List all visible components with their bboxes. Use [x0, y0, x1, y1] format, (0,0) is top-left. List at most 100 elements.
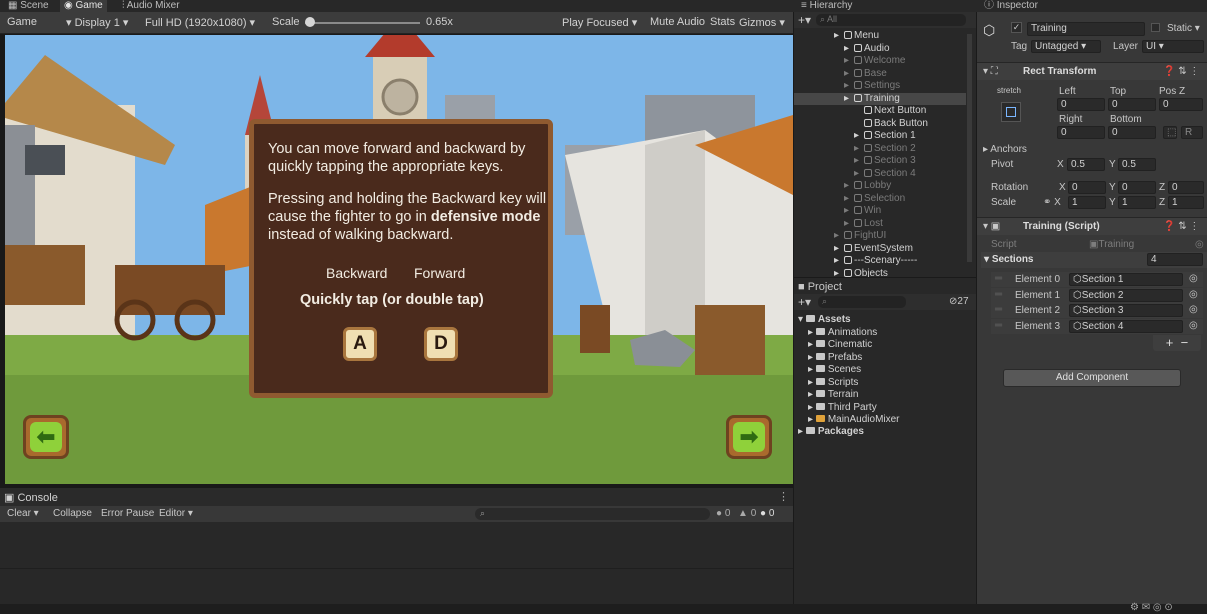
expand-arrow-icon[interactable]: ▸: [844, 55, 854, 68]
console-menu-icon[interactable]: ⋮: [778, 490, 789, 503]
drag-handle-icon[interactable]: ═: [995, 289, 1002, 300]
element-object-field[interactable]: ⬡Section 1: [1069, 273, 1183, 286]
pivot-x-field[interactable]: 0.5: [1067, 158, 1105, 171]
error-count[interactable]: ● 0: [716, 508, 730, 519]
hierarchy-item[interactable]: ▸ Base: [794, 68, 966, 81]
hierarchy-item[interactable]: ▸ Audio: [794, 43, 966, 56]
tab-hierarchy[interactable]: ≡ Hierarchy: [797, 0, 856, 12]
log-count[interactable]: ● 0: [760, 508, 774, 519]
expand-arrow-icon[interactable]: ▸: [854, 155, 864, 168]
scale-y-field[interactable]: 1: [1118, 196, 1156, 209]
hierarchy-search-input[interactable]: ⌕ All: [816, 14, 966, 26]
resolution-dropdown[interactable]: Full HD (1920x1080) ▾: [145, 16, 255, 29]
expand-arrow-icon[interactable]: ▸: [844, 180, 854, 193]
active-checkbox[interactable]: ✓: [1011, 22, 1022, 33]
hierarchy-item[interactable]: ▸ ---Scenary-----: [794, 255, 966, 268]
expand-arrow-icon[interactable]: ▸: [808, 339, 816, 350]
expand-arrow-icon[interactable]: ▸: [808, 414, 816, 425]
static-label[interactable]: Static ▾: [1167, 23, 1200, 34]
rotation-y-field[interactable]: 0: [1118, 181, 1156, 194]
expand-arrow-icon[interactable]: ▸: [834, 255, 844, 268]
project-folder-item[interactable]: ▸ Animations: [808, 327, 877, 340]
console-tab[interactable]: ▣ Console: [4, 491, 58, 504]
expand-arrow-icon[interactable]: ▸: [808, 402, 816, 413]
object-picker-icon[interactable]: ◎: [1189, 320, 1198, 331]
project-folder-item[interactable]: ▸ Third Party: [808, 402, 877, 415]
scale-link-icon[interactable]: ⚭ X: [1043, 197, 1061, 208]
assets-folder[interactable]: ▾ Assets: [798, 314, 851, 327]
status-icons[interactable]: ⚙ ✉ ◎ ⊙: [1130, 602, 1173, 613]
object-picker-icon[interactable]: ◎: [1189, 273, 1198, 284]
sections-foldout[interactable]: ▾ Sections 4: [981, 252, 1207, 268]
pivot-y-field[interactable]: 0.5: [1118, 158, 1156, 171]
drag-handle-icon[interactable]: ═: [995, 304, 1002, 315]
hierarchy-item[interactable]: ▸ Section 4: [794, 168, 966, 181]
hierarchy-item[interactable]: Next Button: [794, 105, 966, 118]
clear-button[interactable]: Clear ▾: [7, 508, 39, 519]
hierarchy-item[interactable]: ▸ Welcome: [794, 55, 966, 68]
hierarchy-item[interactable]: ▸ Win: [794, 205, 966, 218]
hierarchy-item[interactable]: ▸ Training: [794, 92, 966, 106]
expand-arrow-icon[interactable]: ▸: [844, 68, 854, 81]
hierarchy-item[interactable]: ▸ EventSystem: [794, 243, 966, 256]
hierarchy-item[interactable]: ▸ Section 2: [794, 143, 966, 156]
hierarchy-item[interactable]: ▸ Lost: [794, 218, 966, 231]
top-field[interactable]: 0: [1108, 98, 1156, 111]
expand-arrow-icon[interactable]: ▸: [808, 377, 816, 388]
drag-handle-icon[interactable]: ═: [995, 320, 1002, 331]
script-component-header[interactable]: ▾ ▣ Training (Script) ❓ ⇅ ⋮: [977, 217, 1207, 235]
game-view-dropdown[interactable]: Game: [7, 16, 37, 28]
tab-scene[interactable]: ▦ Scene: [4, 0, 53, 12]
expand-arrow-icon[interactable]: ▸: [834, 30, 844, 43]
anchor-preset-button[interactable]: [1001, 102, 1021, 122]
expand-arrow-icon[interactable]: ▸: [854, 130, 864, 143]
project-search-input[interactable]: ⌕: [818, 296, 906, 308]
hierarchy-item[interactable]: ▸ Selection: [794, 193, 966, 206]
warning-count[interactable]: ▲ 0: [738, 508, 756, 519]
expand-arrow-icon[interactable]: ▸: [808, 364, 816, 375]
tag-dropdown[interactable]: Untagged ▾: [1031, 40, 1101, 53]
hierarchy-item[interactable]: Back Button: [794, 118, 966, 131]
drag-handle-icon[interactable]: ═: [995, 273, 1002, 284]
project-tab[interactable]: ■ Project: [798, 281, 842, 293]
hierarchy-item[interactable]: ▸ Menu: [794, 30, 966, 43]
expand-arrow-icon[interactable]: ▸: [808, 352, 816, 363]
scale-slider-knob[interactable]: [305, 17, 316, 27]
element-object-field[interactable]: ⬡Section 2: [1069, 288, 1183, 302]
error-pause-button[interactable]: Error Pause: [101, 508, 154, 519]
mute-audio-button[interactable]: Mute Audio: [650, 16, 705, 28]
expand-arrow-icon[interactable]: ▸: [834, 243, 844, 256]
tab-inspector[interactable]: ⓘ Inspector: [980, 0, 1042, 12]
static-checkbox[interactable]: [1151, 23, 1160, 32]
create-asset-button[interactable]: +▾: [798, 295, 811, 309]
expand-arrow-icon[interactable]: ▸: [844, 218, 854, 231]
project-folder-item[interactable]: ▸ Scripts: [808, 377, 858, 390]
expand-arrow-icon[interactable]: ▸: [844, 193, 854, 206]
project-folder-item[interactable]: ▸ Prefabs: [808, 352, 862, 365]
element-object-field[interactable]: ⬡Section 3: [1069, 304, 1183, 318]
game-view[interactable]: You can move forward and backward by qui…: [5, 35, 793, 484]
project-folder-item[interactable]: ▸ Scenes: [808, 364, 861, 377]
sections-size-field[interactable]: 4: [1147, 253, 1203, 266]
add-component-button[interactable]: Add Component: [1003, 369, 1181, 387]
display-dropdown[interactable]: ▾ Display 1 ▾: [66, 16, 128, 29]
hierarchy-item[interactable]: ▸ Section 1: [794, 130, 966, 143]
expand-arrow-icon[interactable]: ▸: [854, 143, 864, 156]
expand-arrow-icon[interactable]: ▸: [844, 205, 854, 218]
rotation-x-field[interactable]: 0: [1068, 181, 1106, 194]
project-folder-item[interactable]: ▸ Terrain: [808, 389, 858, 402]
expand-arrow-icon[interactable]: ▸: [808, 327, 816, 338]
next-arrow-button[interactable]: ➡: [726, 415, 772, 459]
hierarchy-item[interactable]: ▸ Lobby: [794, 180, 966, 193]
expand-arrow-icon[interactable]: ▸: [844, 93, 854, 106]
rotation-z-field[interactable]: 0: [1168, 181, 1204, 194]
hierarchy-scrollbar[interactable]: [967, 34, 972, 262]
hierarchy-item[interactable]: ▸ Settings: [794, 80, 966, 93]
object-picker-icon[interactable]: ◎: [1189, 304, 1198, 315]
scale-slider-track[interactable]: [305, 22, 420, 24]
hierarchy-item[interactable]: ▸ FightUI: [794, 230, 966, 243]
expand-arrow-icon[interactable]: ▸: [834, 230, 844, 243]
project-folder-item[interactable]: ▸ MainAudioMixer: [808, 414, 900, 427]
project-folder-item[interactable]: ▸ Cinematic: [808, 339, 872, 352]
tab-game[interactable]: ◉ Game: [60, 0, 107, 12]
